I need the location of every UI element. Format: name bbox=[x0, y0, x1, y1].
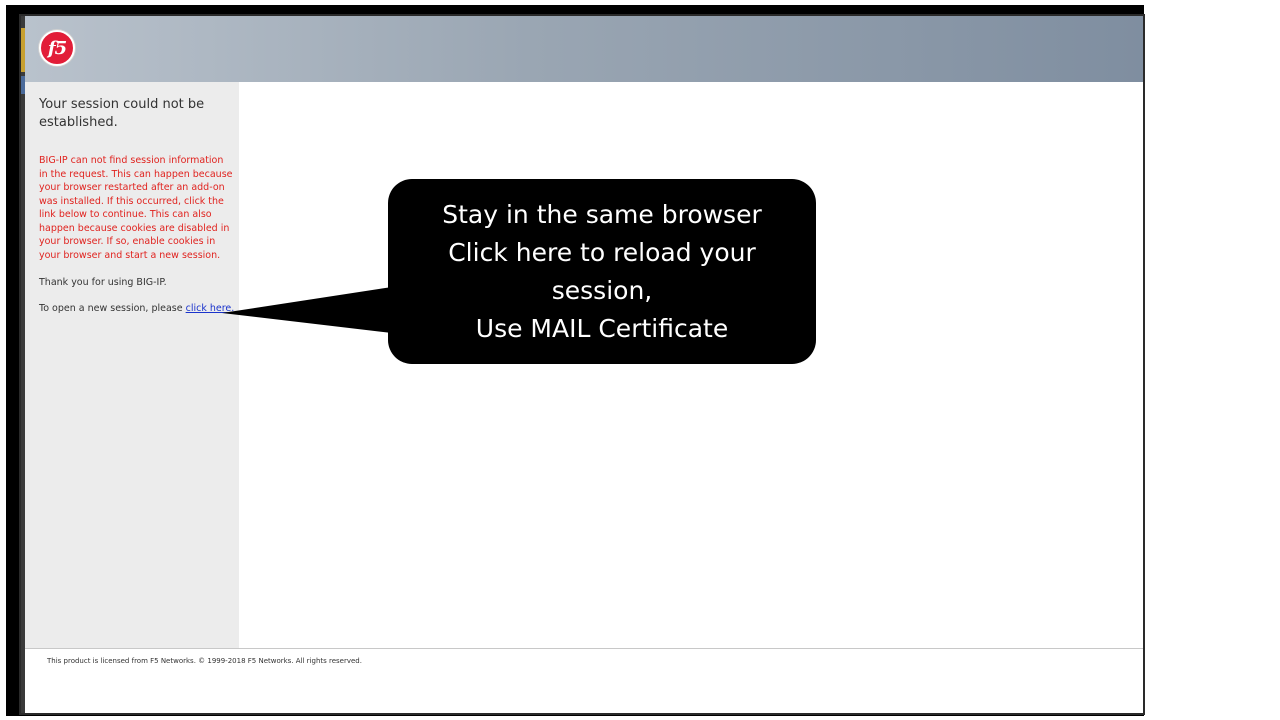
f5-logo: f5 bbox=[39, 30, 75, 66]
callout-line: Click here to reload your bbox=[448, 237, 756, 267]
callout-line: session, bbox=[551, 275, 653, 305]
click-here-link[interactable]: click here. bbox=[186, 303, 235, 314]
callout-line: Stay in the same browser bbox=[442, 199, 762, 229]
sidebar: Your session could not be established. B… bbox=[25, 82, 239, 648]
browser-page: f5 Your session could not be established… bbox=[19, 14, 1145, 715]
new-session-prefix: To open a new session, please bbox=[39, 303, 186, 314]
instruction-callout: Stay in the same browser Click here to r… bbox=[388, 179, 816, 364]
session-error-message: BIG-IP can not find session information … bbox=[39, 155, 233, 261]
license-footer: This product is licensed from F5 Network… bbox=[47, 657, 362, 665]
thank-you-text: Thank you for using BIG-IP. bbox=[39, 277, 167, 288]
new-session-text: To open a new session, please click here… bbox=[39, 302, 239, 315]
session-error-title: Your session could not be established. bbox=[39, 97, 205, 130]
f5-logo-icon: f5 bbox=[47, 37, 67, 59]
page-header: f5 bbox=[25, 16, 1143, 82]
footer-divider bbox=[25, 648, 1143, 649]
callout-line: Use MAIL Certificate bbox=[475, 313, 729, 343]
